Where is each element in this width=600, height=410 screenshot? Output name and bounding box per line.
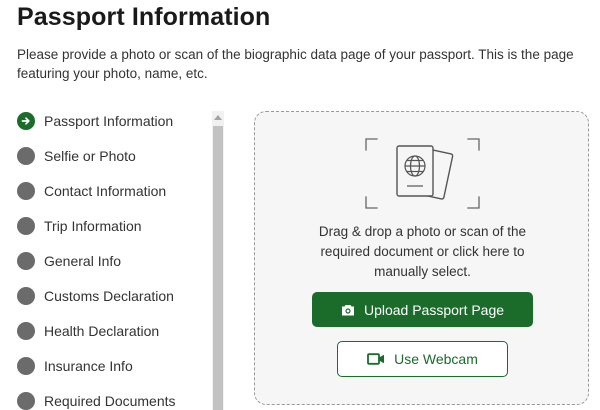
step-list: Passport Information Selfie or Photo Con… — [0, 111, 212, 410]
step-label: Trip Information — [44, 218, 142, 234]
passport-icon — [365, 138, 480, 209]
step-label: Customs Declaration — [44, 288, 174, 304]
step-label: General Info — [44, 253, 122, 269]
scrollbar-thumb[interactable] — [213, 126, 223, 410]
arrow-right-icon — [17, 112, 35, 130]
step-item-selfie-or-photo[interactable]: Selfie or Photo — [17, 146, 136, 166]
step-item-trip-information[interactable]: Trip Information — [17, 216, 142, 236]
scroll-up-arrow-icon[interactable] — [212, 111, 224, 123]
step-label: Contact Information — [44, 183, 167, 199]
step-status-dot — [17, 392, 35, 410]
webcam-button-label: Use Webcam — [394, 351, 478, 367]
file-dropzone[interactable]: Drag & drop a photo or scan of the requi… — [254, 111, 589, 405]
page-instructions: Please provide a photo or scan of the bi… — [17, 47, 574, 81]
step-item-required-documents[interactable]: Required Documents — [17, 391, 176, 410]
video-camera-icon — [367, 353, 385, 365]
step-item-customs-declaration[interactable]: Customs Declaration — [17, 286, 174, 306]
step-label: Selfie or Photo — [44, 148, 136, 164]
step-status-dot — [17, 357, 35, 375]
step-status-dot — [17, 182, 35, 200]
step-list-scrollbar[interactable] — [212, 111, 224, 410]
step-item-general-info[interactable]: General Info — [17, 251, 121, 271]
step-status-dot — [17, 322, 35, 340]
upload-button-label: Upload Passport Page — [363, 301, 505, 318]
step-status-dot — [17, 217, 35, 235]
camera-icon — [341, 304, 355, 316]
page-title: Passport Information — [17, 3, 271, 31]
step-item-passport-information[interactable]: Passport Information — [17, 111, 173, 131]
use-webcam-button[interactable]: Use Webcam — [337, 341, 508, 377]
upload-passport-button[interactable]: Upload Passport Page — [312, 292, 533, 327]
step-label: Passport Information — [44, 113, 174, 129]
step-item-health-declaration[interactable]: Health Declaration — [17, 321, 159, 341]
step-label: Required Documents — [44, 393, 176, 409]
step-status-dot — [17, 147, 35, 165]
step-label: Health Declaration — [44, 323, 160, 339]
step-item-insurance-info[interactable]: Insurance Info — [17, 356, 133, 376]
dropzone-instructions: Drag & drop a photo or scan of the requi… — [318, 224, 527, 279]
step-status-dot — [17, 252, 35, 270]
step-label: Insurance Info — [44, 358, 133, 374]
step-item-contact-information[interactable]: Contact Information — [17, 181, 166, 201]
step-status-dot — [17, 287, 35, 305]
